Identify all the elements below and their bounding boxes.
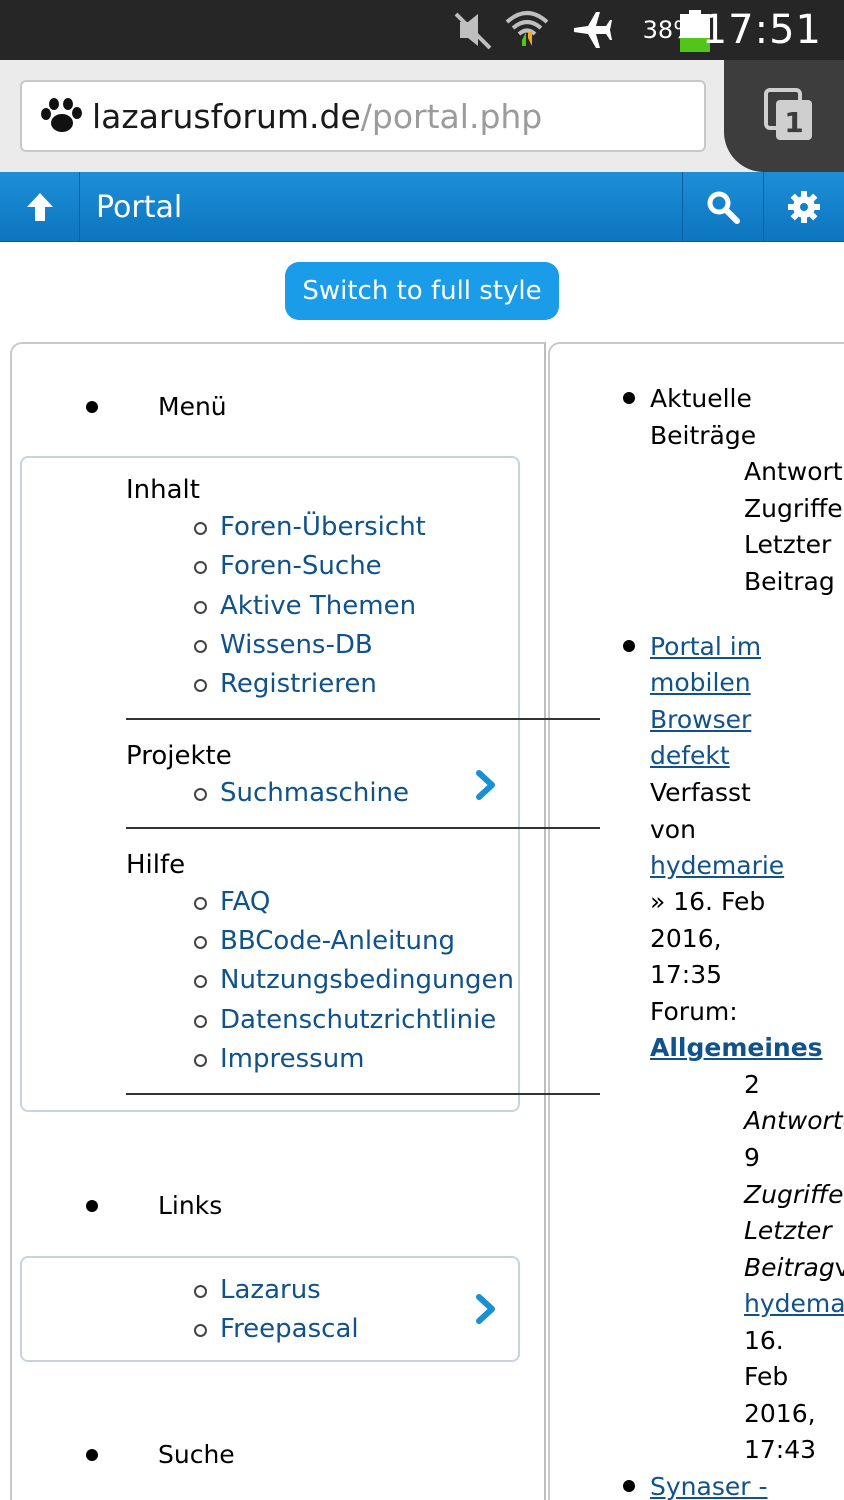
col-label-replies: Antworten [744, 457, 844, 486]
list-circle [194, 640, 207, 653]
list-circle [194, 561, 207, 574]
post-last-date-2: Feb [744, 1362, 789, 1391]
list-circle [194, 601, 207, 614]
status-bar: 38% 17:51 [0, 0, 844, 60]
post-last-label-1: Letzter [744, 1216, 832, 1245]
col-label-last-2: Beitrag [744, 567, 835, 596]
link-nutzungsbedingungen[interactable]: Nutzungsbedingungen [220, 965, 514, 995]
links-heading: Links [158, 1191, 223, 1220]
list-circle [194, 897, 207, 910]
post-date-1: » 16. Feb [650, 887, 766, 916]
link-foren-uebersicht[interactable]: Foren-Übersicht [220, 512, 426, 542]
browser-toolbar: lazarusforum.de/portal.php 1 [0, 60, 844, 172]
post-last-date-1: 16. [744, 1326, 784, 1355]
group-label-projekte: Projekte [126, 741, 232, 771]
post-replies-label: Antworten [744, 1106, 844, 1135]
post-bullet [623, 640, 635, 652]
menu-heading: Menü [158, 392, 227, 421]
post-title-line2[interactable]: mobilen [650, 668, 751, 697]
list-circle [194, 788, 207, 801]
post-forum-label: Forum: [650, 997, 738, 1026]
list-circle [194, 1054, 207, 1067]
back-to-top-button[interactable] [0, 172, 80, 242]
list-circle [194, 936, 207, 949]
url-path: /portal.php [360, 96, 543, 136]
link-lazarus[interactable]: Lazarus [220, 1275, 321, 1305]
arrow-up-icon [26, 193, 53, 221]
search-icon [707, 191, 740, 224]
post-last-date-3: 2016, [744, 1399, 816, 1428]
gear-icon [788, 191, 820, 223]
url-host: lazarusforum.de [92, 96, 361, 136]
link-aktive-themen[interactable]: Aktive Themen [220, 591, 416, 621]
chevron-right-icon[interactable] [474, 1294, 498, 1324]
paw-favicon-icon [41, 98, 82, 132]
col-label-last-1: Letzter [744, 530, 832, 559]
recent-posts-heading-line1: Aktuelle [650, 384, 752, 413]
url-bar[interactable]: lazarusforum.de/portal.php [20, 80, 706, 152]
post-forum-link[interactable]: Allgemeines [650, 1033, 823, 1062]
post-author-link[interactable]: hydemarie [650, 851, 784, 880]
post-views-count: 9 [744, 1143, 760, 1172]
links-bullet [86, 1200, 98, 1212]
post-views-label: Zugriffe [744, 1180, 844, 1209]
link-faq[interactable]: FAQ [220, 887, 270, 917]
tab-count: 1 [784, 106, 803, 139]
post-date-3: 17:35 [650, 960, 723, 989]
list-circle [194, 1015, 207, 1028]
search-button[interactable] [682, 172, 762, 242]
post-last-label-2-line: Beitragvon [744, 1253, 844, 1282]
divider [126, 718, 600, 720]
group-label-hilfe: Hilfe [126, 850, 186, 880]
mute-icon [454, 12, 492, 50]
link-registrieren[interactable]: Registrieren [220, 669, 377, 699]
list-circle [194, 1285, 207, 1298]
page-title: Portal [96, 189, 183, 225]
list-circle [194, 975, 207, 988]
airplane-mode-icon [574, 12, 612, 48]
link-suchmaschine[interactable]: Suchmaschine [220, 778, 409, 808]
search-bullet [86, 1449, 98, 1461]
site-header: Portal [0, 172, 844, 242]
link-freepascal[interactable]: Freepascal [220, 1314, 359, 1344]
post2-title-link[interactable]: Synaser - [650, 1472, 767, 1500]
tabs-icon: 1 [764, 88, 812, 140]
post-last-author-link[interactable]: hydemarie [744, 1289, 844, 1318]
post-title-line1[interactable]: Portal im [650, 632, 761, 661]
post-by-2: von [650, 815, 696, 844]
divider [126, 1093, 600, 1095]
menu-bullet [86, 401, 98, 413]
post-by-1: Verfasst [650, 778, 751, 807]
link-wissens-db[interactable]: Wissens-DB [220, 630, 373, 660]
link-impressum[interactable]: Impressum [220, 1044, 365, 1074]
search-heading: Suche [158, 1440, 235, 1469]
clock: 17:51 [701, 7, 822, 53]
link-foren-suche[interactable]: Foren-Suche [220, 551, 382, 581]
divider [126, 827, 600, 829]
settings-button[interactable] [763, 172, 844, 242]
post-last-by: von [834, 1253, 844, 1282]
tab-switcher-button[interactable]: 1 [724, 60, 844, 172]
link-bbcode-anleitung[interactable]: BBCode-Anleitung [220, 926, 455, 956]
post-last-label-2: Beitrag [744, 1253, 835, 1282]
wifi-icon [505, 11, 549, 46]
col-label-views: Zugriffe [744, 494, 843, 523]
post-bullet [623, 1480, 635, 1492]
post-replies-count: 2 [744, 1070, 760, 1099]
link-datenschutzrichtlinie[interactable]: Datenschutzrichtlinie [220, 1005, 496, 1035]
recent-posts-bullet [623, 392, 635, 404]
list-circle [194, 522, 207, 535]
group-label-inhalt: Inhalt [126, 475, 200, 505]
list-circle [194, 679, 207, 692]
recent-posts-heading-line2: Beiträge [650, 421, 757, 450]
list-circle [194, 1324, 207, 1337]
switch-to-full-style-button[interactable]: Switch to full style [285, 262, 559, 320]
post-title-line3[interactable]: Browser [650, 705, 751, 734]
post-date-2: 2016, [650, 924, 722, 953]
post-last-date-4: 17:43 [744, 1435, 817, 1464]
links-box [20, 1256, 520, 1362]
chevron-right-icon[interactable] [474, 770, 498, 800]
post-title-line4[interactable]: defekt [650, 741, 730, 770]
page: 38% 17:51 lazarusforum.de/portal.php 1 P… [0, 0, 844, 1500]
